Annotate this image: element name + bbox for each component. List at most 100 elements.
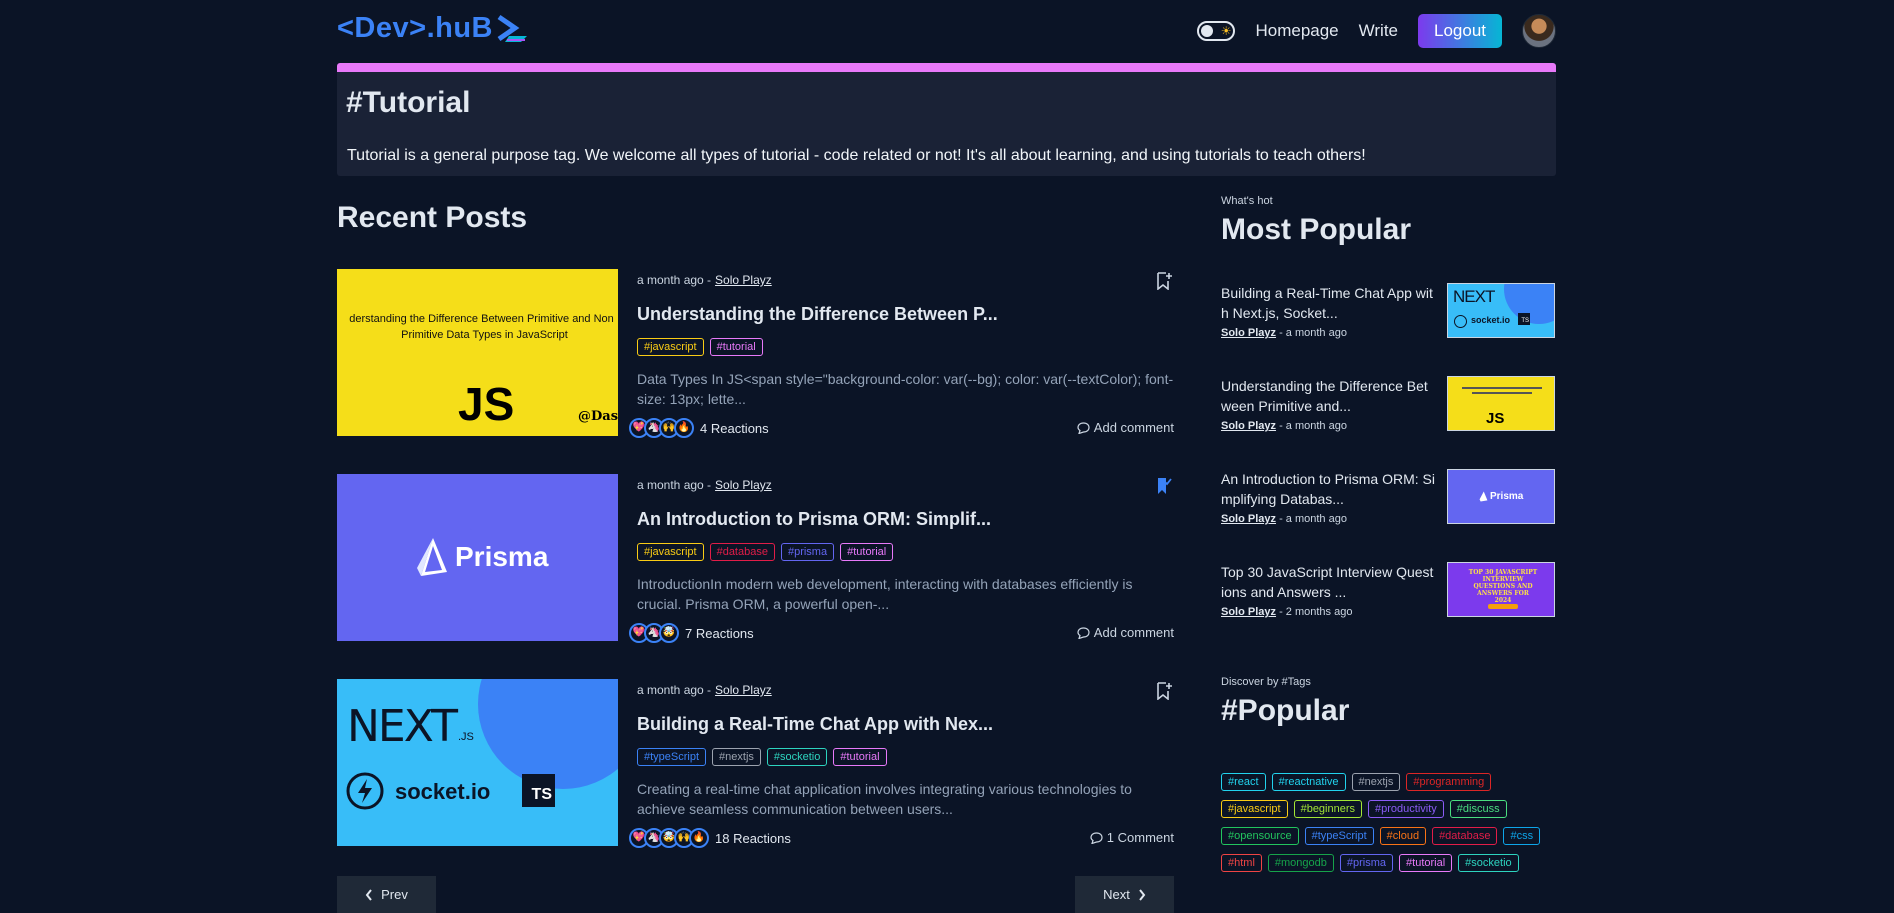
post-tags: #typeScript #nextjs #socketio #tutorial (637, 748, 1174, 766)
fire-reaction-icon: 🔥 (689, 828, 709, 848)
post-tag[interactable]: #prisma (780, 543, 835, 561)
post-title[interactable]: An Introduction to Prisma ORM: Simplif..… (637, 509, 1174, 530)
post-tag[interactable]: #javascript (637, 543, 704, 561)
popular-post-thumbnail[interactable]: TOP 30 JAVASCRIPT INTERVIEW QUESTIONS AN… (1447, 562, 1555, 617)
prev-page-button[interactable]: Prev (337, 876, 436, 913)
theme-toggle[interactable]: ☀ (1197, 21, 1236, 41)
post-tag[interactable]: #tutorial (833, 748, 887, 766)
post-reactions[interactable]: 💖 🦄 🙌 🔥 4 Reactions (629, 418, 769, 438)
popular-post-item[interactable]: An Introduction to Prisma ORM: Si mplify… (1221, 469, 1556, 562)
popular-tag[interactable]: #javascript (1221, 800, 1288, 818)
post-tag[interactable]: #database (709, 543, 775, 561)
nav-homepage-link[interactable]: Homepage (1255, 21, 1338, 41)
post-tags: #javascript #database #prisma #tutorial (637, 543, 1174, 561)
post-thumbnail[interactable]: NEXT .JS socket.io TS (337, 679, 618, 846)
popular-post-author[interactable]: Solo Playz (1221, 420, 1276, 432)
reaction-count: 4 Reactions (700, 420, 769, 436)
post-thumbnail[interactable]: Prisma (337, 474, 618, 641)
comment-label: 1 Comment (1106, 830, 1174, 845)
post-card[interactable]: derstanding the Difference Between Primi… (337, 269, 1174, 474)
post-title[interactable]: Understanding the Difference Between P..… (637, 304, 1174, 325)
post-reactions[interactable]: 💖 🦄 🤯 7 Reactions (629, 623, 754, 643)
comment-link[interactable]: Add comment (1077, 420, 1174, 435)
post-tag[interactable]: #tutorial (709, 338, 763, 356)
post-title[interactable]: Building a Real-Time Chat App with Nex..… (637, 714, 1174, 735)
popular-tag[interactable]: #prisma (1339, 854, 1394, 872)
popular-tag[interactable]: #productivity (1368, 800, 1444, 818)
popular-tag[interactable]: #cloud (1379, 827, 1427, 845)
popular-tag[interactable]: #react (1221, 773, 1266, 791)
popular-tag[interactable]: #beginners (1293, 800, 1363, 818)
post-card[interactable]: NEXT .JS socket.io TS a month ago - Solo … (337, 679, 1174, 884)
popular-post-title[interactable]: An Introduction to Prisma ORM: Si mplify… (1221, 469, 1441, 509)
thumb-caption-lines (1472, 392, 1532, 394)
popular-tag[interactable]: #socketio (1458, 854, 1519, 872)
popular-tag[interactable]: #css (1503, 827, 1541, 845)
popular-tag[interactable]: #html (1221, 854, 1262, 872)
socketio-mini-icon (1454, 315, 1467, 328)
popular-post-time: - a month ago (1276, 513, 1347, 525)
post-author-link[interactable]: Solo Playz (715, 273, 772, 287)
post-tag[interactable]: #socketio (766, 748, 828, 766)
popular-tag[interactable]: #mongodb (1267, 854, 1334, 872)
tag-description: Tutorial is a general purpose tag. We we… (347, 147, 1366, 164)
comment-link[interactable]: 1 Comment (1090, 830, 1174, 845)
thumb-caption-lines (1462, 387, 1542, 389)
socketio-logo-icon (346, 772, 384, 810)
popular-tag[interactable]: #programming (1406, 773, 1492, 791)
nav-write-link[interactable]: Write (1359, 21, 1398, 41)
post-tag[interactable]: #javascript (637, 338, 704, 356)
logo-text: <Dev>.huB (337, 12, 493, 44)
post-tag[interactable]: #tutorial (840, 543, 894, 561)
bookmark-add-icon[interactable] (1156, 272, 1172, 290)
prisma-logo-icon (1479, 491, 1488, 502)
popular-tag[interactable]: #typeScript (1304, 827, 1374, 845)
interview-thumb-text: TOP 30 JAVASCRIPT INTERVIEW QUESTIONS AN… (1468, 569, 1538, 604)
popular-post-thumbnail[interactable]: Prisma (1447, 469, 1555, 524)
popular-post-item[interactable]: Understanding the Difference Bet ween Pr… (1221, 376, 1556, 469)
thumb-line-1: derstanding the Difference Between Primi… (349, 313, 614, 325)
comment-icon (1077, 421, 1090, 434)
next-label: Next (1103, 887, 1130, 902)
popular-post-thumbnail[interactable]: JS (1447, 376, 1555, 431)
js-logo-text: JS (458, 378, 515, 430)
popular-post-title[interactable]: Top 30 JavaScript Interview Quest ions a… (1221, 562, 1441, 602)
popular-post-title[interactable]: Understanding the Difference Bet ween Pr… (1221, 376, 1441, 416)
popular-post-thumbnail[interactable]: NEXT socket.io TS (1447, 283, 1555, 338)
popular-post-item[interactable]: Building a Real-Time Chat App wit h Next… (1221, 283, 1556, 376)
popular-post-author[interactable]: Solo Playz (1221, 606, 1276, 618)
prisma-brand-text: Prisma (455, 541, 549, 572)
post-tag[interactable]: #nextjs (712, 748, 761, 766)
post-thumbnail[interactable]: derstanding the Difference Between Primi… (337, 269, 618, 436)
thumb-button (1488, 604, 1518, 609)
tag-cloud: #react #reactnative #nextjs #programming #ja… (1221, 773, 1556, 872)
post-author-link[interactable]: Solo Playz (715, 478, 772, 492)
tag-banner: #Tutorial Tutorial is a general purpose … (337, 63, 1556, 176)
popular-post-item[interactable]: Top 30 JavaScript Interview Quest ions a… (1221, 562, 1556, 655)
post-meta: a month ago - Solo Playz (637, 683, 1174, 697)
bookmark-filled-icon[interactable] (1156, 477, 1172, 495)
site-logo[interactable]: <Dev>.huB (337, 12, 529, 45)
user-avatar[interactable] (1522, 14, 1556, 48)
popular-post-author[interactable]: Solo Playz (1221, 327, 1276, 339)
whats-hot-kicker: What's hot (1221, 195, 1273, 207)
popular-tag[interactable]: #nextjs (1351, 773, 1401, 791)
post-author-link[interactable]: Solo Playz (715, 683, 772, 697)
popular-post-time: - a month ago (1276, 420, 1347, 432)
post-tag[interactable]: #typeScript (637, 748, 707, 766)
bookmark-add-icon[interactable] (1156, 682, 1172, 700)
popular-tag[interactable]: #discuss (1449, 800, 1507, 818)
popular-tag[interactable]: #database (1432, 827, 1498, 845)
comment-link[interactable]: Add comment (1077, 625, 1174, 640)
post-reactions[interactable]: 💖 🦄 🤯 🙌 🔥 18 Reactions (629, 828, 791, 848)
post-card[interactable]: Prisma a month ago - Solo Playz An Introd… (337, 474, 1174, 679)
next-page-button[interactable]: Next (1075, 876, 1174, 913)
popular-post-title[interactable]: Building a Real-Time Chat App wit h Next… (1221, 283, 1441, 323)
popular-post-author[interactable]: Solo Playz (1221, 513, 1276, 525)
ts-logo-text: TS (522, 774, 555, 807)
popular-tag[interactable]: #reactnative (1271, 773, 1346, 791)
popular-tag[interactable]: #tutorial (1399, 854, 1453, 872)
popular-tag[interactable]: #opensource (1221, 827, 1299, 845)
logout-button[interactable]: Logout (1418, 14, 1502, 48)
thumb-blob (478, 679, 618, 789)
